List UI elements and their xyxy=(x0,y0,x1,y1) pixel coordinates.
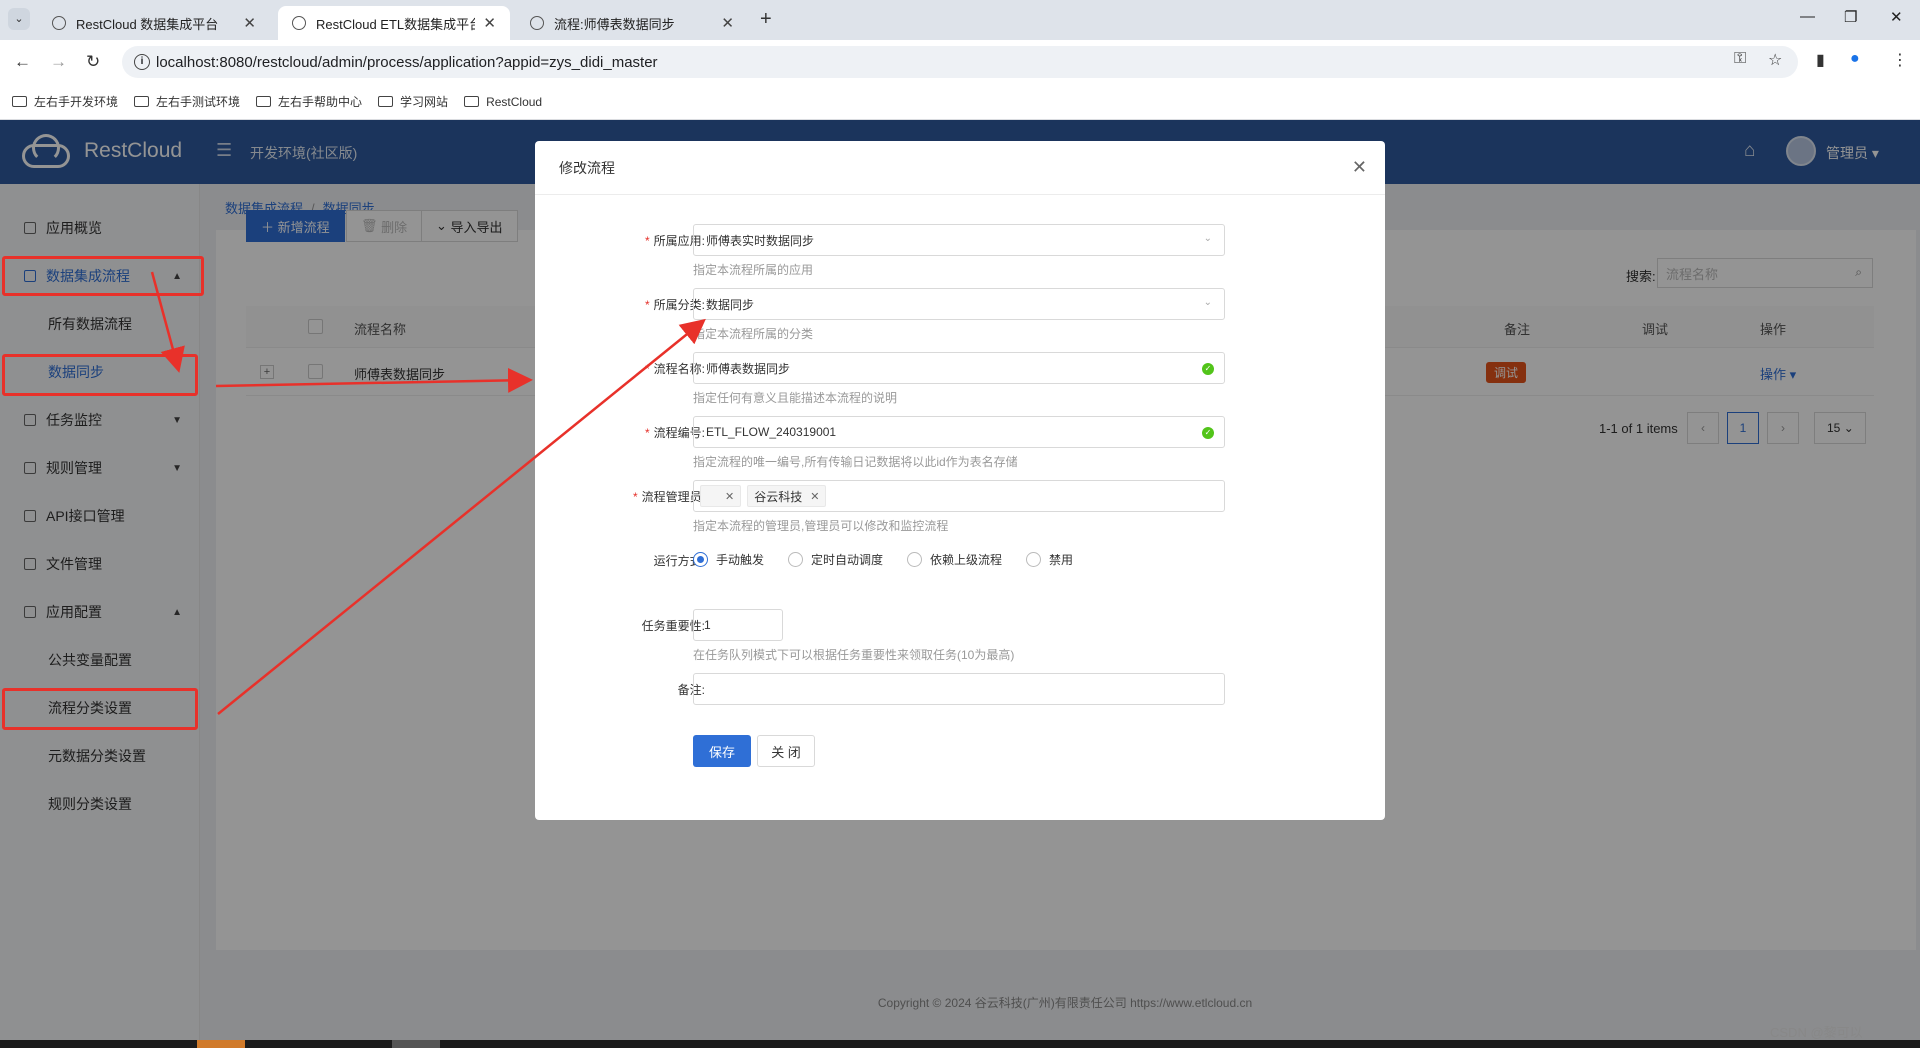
close-icon[interactable]: ✕ xyxy=(483,14,496,32)
tab-title: RestCloud ETL数据集成平台 xyxy=(316,16,476,32)
check-circle-icon: ✓ xyxy=(1202,363,1214,375)
bookmark-label: 学习网站 xyxy=(400,95,449,109)
folder-icon xyxy=(464,96,480,107)
admin-tag: 谷云科技 ✕ xyxy=(747,485,827,507)
form-hint: 指定本流程所属的应用 xyxy=(693,263,814,277)
edit-flow-dialog: 修改流程 ✕ * 所属应用: 师傅表实时数据同步 ⌄ 指定本流程所属的应用 * 所属… xyxy=(535,141,1385,820)
bookmark-label: RestCloud xyxy=(486,94,543,109)
remark-textarea[interactable] xyxy=(693,673,1225,705)
address-bar-row: ← → ↻ i localhost:8080/restcloud/admin/p… xyxy=(0,40,1920,84)
close-icon[interactable]: ✕ xyxy=(721,14,734,32)
annotation-box xyxy=(2,354,198,396)
info-icon[interactable]: i xyxy=(134,54,150,70)
radio-dependent[interactable]: 依赖上级流程 xyxy=(907,551,1002,568)
taskbar xyxy=(0,1040,1920,1048)
forward-icon[interactable]: → xyxy=(50,52,67,72)
reload-icon[interactable]: ↻ xyxy=(86,52,100,72)
tab-title: RestCloud 数据集成平台 xyxy=(76,16,219,32)
folder-icon xyxy=(378,96,394,107)
annotation-box xyxy=(2,256,204,296)
input-value: 1 xyxy=(704,618,711,632)
globe-icon xyxy=(292,16,306,30)
radio-icon xyxy=(1026,552,1042,567)
select-value: 数据同步 xyxy=(706,297,755,312)
folder-icon xyxy=(256,96,272,107)
watermark: CSDN @黎可以 xyxy=(1770,1025,1863,1040)
check-circle-icon: ✓ xyxy=(1202,427,1214,439)
tag-remove-icon[interactable]: ✕ xyxy=(810,490,819,503)
minimize-icon[interactable]: — xyxy=(1800,8,1815,25)
form-hint: 指定流程的唯一编号,所有传输日记数据将以此id作为表名存储 xyxy=(693,455,1018,469)
bookmark-item[interactable]: 左右手测试环境 xyxy=(134,93,240,110)
dialog-header: 修改流程 ✕ xyxy=(535,141,1385,195)
chevron-down-icon: ⌄ xyxy=(1203,297,1212,308)
flow-id-input[interactable]: ETL_FLOW_240319001 ✓ xyxy=(693,416,1225,448)
sidepanel-icon[interactable]: ▮ xyxy=(1816,50,1825,70)
chevron-down-icon: ⌄ xyxy=(1203,233,1212,244)
form-hint: 在任务队列模式下可以根据任务重要性来领取任务(10为最高) xyxy=(693,648,1015,662)
admin-multiselect[interactable]: ✕ 谷云科技 ✕ xyxy=(693,480,1225,512)
new-tab-icon[interactable]: + xyxy=(760,8,772,31)
bookmark-label: 左右手开发环境 xyxy=(34,95,119,109)
folder-icon xyxy=(12,96,27,107)
bookmark-item[interactable]: 学习网站 xyxy=(378,93,448,110)
browser-tab-bar: ⌄ RestCloud 数据集成平台 ✕ RestCloud ETL数据集成平台… xyxy=(0,0,1920,40)
bookmark-label: 左右手测试环境 xyxy=(156,95,241,109)
close-icon[interactable]: ✕ xyxy=(243,14,256,32)
bookmark-item[interactable]: 左右手帮助中心 xyxy=(256,93,362,110)
flow-name-input[interactable]: 师傅表数据同步 ✓ xyxy=(693,352,1225,384)
form-hint: 指定任何有意义且能描述本流程的说明 xyxy=(693,391,898,405)
folder-icon xyxy=(134,96,150,107)
menu-dots-icon[interactable]: ⋮ xyxy=(1892,50,1908,70)
select-value: 师傅表实时数据同步 xyxy=(706,233,815,248)
tab-title: 流程:师傅表数据同步 xyxy=(554,16,675,32)
save-button[interactable]: 保存 xyxy=(693,735,751,767)
radio-icon xyxy=(907,552,923,567)
globe-icon xyxy=(530,16,544,30)
dialog-title: 修改流程 xyxy=(559,159,615,176)
back-icon[interactable]: ← xyxy=(14,52,31,72)
globe-icon xyxy=(52,16,66,30)
window-close-icon[interactable]: ✕ xyxy=(1890,8,1903,26)
priority-input[interactable]: 1 xyxy=(693,609,783,641)
input-value: ETL_FLOW_240319001 xyxy=(706,425,837,439)
radio-icon xyxy=(788,552,804,567)
url-text: localhost:8080/restcloud/admin/process/a… xyxy=(156,53,658,71)
key-icon[interactable]: ⚿ xyxy=(1734,50,1746,68)
close-button[interactable]: 关 闭 xyxy=(757,735,815,767)
tab-search-button[interactable]: ⌄ xyxy=(8,8,30,30)
run-mode-radio-group: 手动触发 定时自动调度 依赖上级流程 禁用 xyxy=(693,551,1097,568)
input-value: 师傅表数据同步 xyxy=(706,361,791,376)
admin-tag: ✕ xyxy=(700,485,742,507)
bookmark-item[interactable]: RestCloud xyxy=(464,95,542,109)
tag-remove-icon[interactable]: ✕ xyxy=(725,490,734,503)
radio-scheduled[interactable]: 定时自动调度 xyxy=(788,551,883,568)
bookmarks-bar: 左右手开发环境 左右手测试环境 左右手帮助中心 学习网站 RestCloud xyxy=(0,84,1920,120)
restore-icon[interactable]: ❐ xyxy=(1844,8,1857,26)
annotation-box xyxy=(2,688,198,730)
browser-tab-1[interactable]: RestCloud 数据集成平台 ✕ xyxy=(38,6,270,40)
radio-manual[interactable]: 手动触发 xyxy=(693,551,764,568)
radio-icon xyxy=(693,552,708,567)
browser-tab-2[interactable]: RestCloud ETL数据集成平台 ✕ xyxy=(278,6,510,40)
category-select[interactable]: 数据同步 ⌄ xyxy=(693,288,1225,320)
app-select[interactable]: 师傅表实时数据同步 ⌄ xyxy=(693,224,1225,256)
form-hint: 指定本流程所属的分类 xyxy=(693,327,814,341)
browser-tab-3[interactable]: 流程:师傅表数据同步 ✕ xyxy=(516,6,748,40)
bookmark-item[interactable]: 左右手开发环境 xyxy=(12,93,118,110)
form-hint: 指定本流程的管理员,管理员可以修改和监控流程 xyxy=(693,519,949,533)
bookmark-label: 左右手帮助中心 xyxy=(278,95,363,109)
profile-icon[interactable]: ● xyxy=(1850,50,1860,68)
close-icon[interactable]: ✕ xyxy=(1352,157,1367,178)
star-icon[interactable]: ☆ xyxy=(1768,50,1782,70)
url-field[interactable]: i localhost:8080/restcloud/admin/process… xyxy=(122,46,1798,78)
radio-disabled[interactable]: 禁用 xyxy=(1026,551,1073,568)
